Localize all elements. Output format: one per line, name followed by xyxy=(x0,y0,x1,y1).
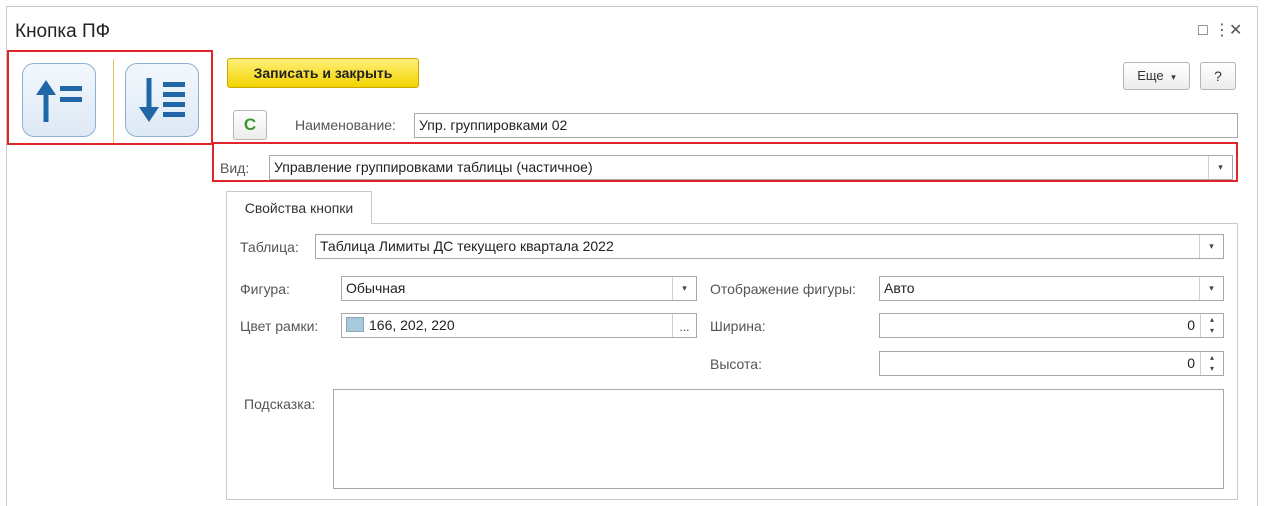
window-title: Кнопка ПФ xyxy=(15,21,111,42)
table-select-value: Таблица Лимиты ДС текущего квартала 2022 xyxy=(320,238,614,254)
color-swatch xyxy=(346,317,364,332)
chevron-down-icon: ▾ xyxy=(1171,72,1176,82)
shape-display-label: Отображение фигуры: xyxy=(710,281,856,297)
table-select[interactable]: Таблица Лимиты ДС текущего квартала 2022… xyxy=(315,234,1224,259)
pick-color-button[interactable]: ... xyxy=(672,314,696,337)
width-value: 0 xyxy=(1187,317,1195,333)
sort-divider xyxy=(113,59,114,143)
shape-select[interactable]: Обычная ▾ xyxy=(341,276,697,301)
refresh-button[interactable]: C xyxy=(233,110,267,140)
more-button[interactable]: Еще ▾ xyxy=(1123,62,1190,90)
sort-buttons-panel xyxy=(7,50,213,145)
dropdown-arrow-icon[interactable]: ▾ xyxy=(1199,277,1223,300)
type-label: Вид: xyxy=(220,160,250,176)
spin-up-icon[interactable]: ▴ xyxy=(1201,352,1223,363)
save-and-close-button[interactable]: Записать и закрыть xyxy=(227,58,419,88)
width-input[interactable]: 0 ▴ ▾ xyxy=(879,313,1224,338)
shape-display-select-value: Авто xyxy=(884,280,915,296)
name-input[interactable]: Упр. группировками 02 xyxy=(414,113,1238,138)
name-label: Наименование: xyxy=(295,117,396,133)
sort-ascending-icon xyxy=(36,80,82,122)
dropdown-arrow-icon[interactable]: ▾ xyxy=(1199,235,1223,258)
height-stepper[interactable]: ▴ ▾ xyxy=(1200,352,1223,375)
height-value: 0 xyxy=(1187,355,1195,371)
shape-select-value: Обычная xyxy=(346,280,406,296)
dropdown-arrow-icon[interactable]: ▾ xyxy=(672,277,696,300)
dropdown-arrow-icon[interactable]: ▾ xyxy=(1208,156,1232,179)
table-label: Таблица: xyxy=(240,239,299,255)
tab-button-properties[interactable]: Свойства кнопки xyxy=(226,191,372,224)
height-label: Высота: xyxy=(710,356,762,372)
sort-descending-button[interactable] xyxy=(125,63,199,137)
border-color-field[interactable]: 166, 202, 220 ... xyxy=(341,313,697,338)
sort-descending-icon xyxy=(139,78,185,122)
help-button[interactable]: ? xyxy=(1200,62,1236,90)
width-stepper[interactable]: ▴ ▾ xyxy=(1200,314,1223,337)
border-color-value: 166, 202, 220 xyxy=(369,317,455,333)
shape-label: Фигура: xyxy=(240,281,290,297)
spin-down-icon[interactable]: ▾ xyxy=(1201,363,1223,374)
hint-textarea[interactable] xyxy=(333,389,1224,489)
more-menu-icon[interactable]: ⋮ xyxy=(1214,23,1230,39)
maximize-icon[interactable]: □ xyxy=(1198,23,1208,39)
hint-label: Подсказка: xyxy=(244,396,316,412)
height-input[interactable]: 0 ▴ ▾ xyxy=(879,351,1224,376)
spin-up-icon[interactable]: ▴ xyxy=(1201,314,1223,325)
close-icon[interactable]: ✕ xyxy=(1229,23,1242,39)
border-color-label: Цвет рамки: xyxy=(240,318,319,334)
spin-down-icon[interactable]: ▾ xyxy=(1201,325,1223,336)
refresh-icon: C xyxy=(243,115,257,134)
width-label: Ширина: xyxy=(710,318,766,334)
type-select[interactable]: Управление группировками таблицы (частич… xyxy=(269,155,1233,180)
type-select-value: Управление группировками таблицы (частич… xyxy=(274,159,593,175)
more-button-label: Еще xyxy=(1137,68,1164,83)
sort-ascending-button[interactable] xyxy=(22,63,96,137)
shape-display-select[interactable]: Авто ▾ xyxy=(879,276,1224,301)
